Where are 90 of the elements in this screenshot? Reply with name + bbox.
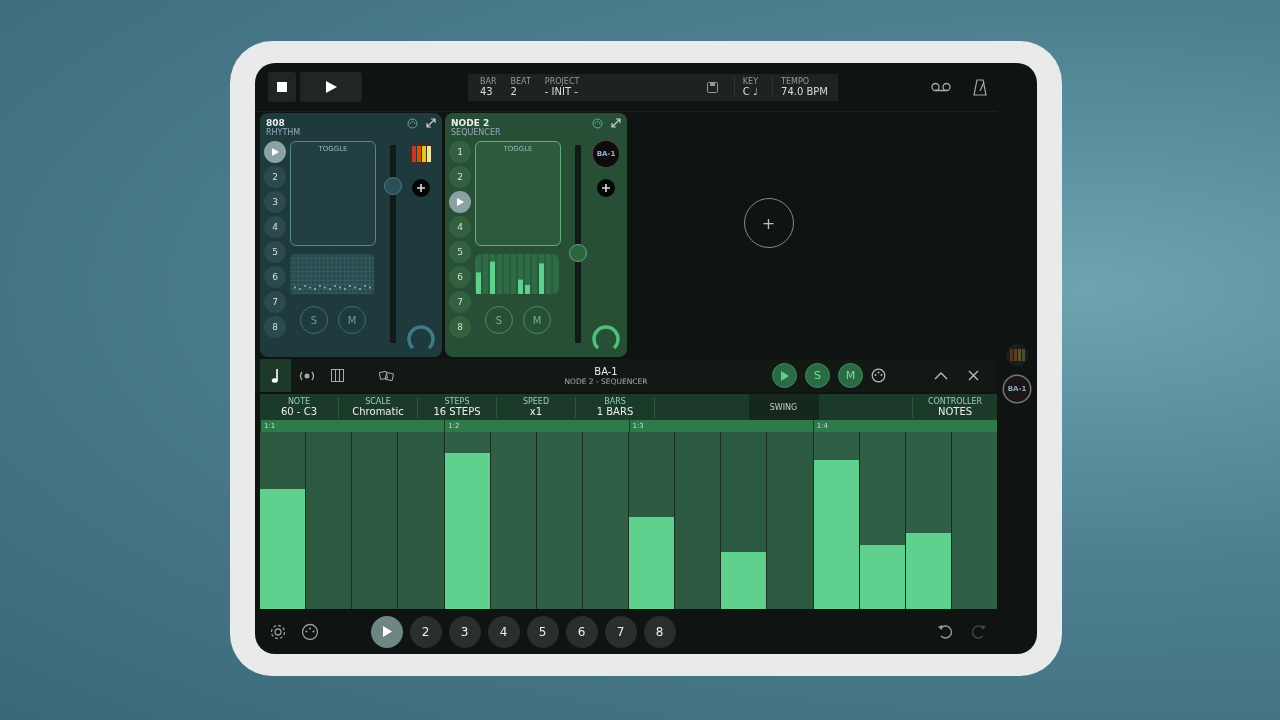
play-button[interactable]	[772, 363, 797, 388]
drum-machine-thumbnail[interactable]	[408, 141, 434, 167]
pattern-pad[interactable]: 6	[264, 266, 286, 288]
expand-icon[interactable]	[426, 118, 436, 128]
pattern-pad[interactable]	[264, 141, 286, 163]
play-icon	[381, 626, 392, 637]
field-value: 43	[480, 86, 493, 97]
pattern-pad[interactable]: 4	[264, 216, 286, 238]
step-velocity-bar[interactable]	[260, 488, 306, 609]
field-label: BAR	[480, 77, 497, 86]
field-value: 2	[510, 86, 517, 97]
undo-icon[interactable]	[937, 622, 955, 641]
parameter-control[interactable]: SPEED x1	[497, 396, 576, 418]
step-column[interactable]	[859, 432, 905, 609]
field-value: 74.0 BPM	[781, 86, 828, 97]
pattern-pad[interactable]: 2	[264, 166, 286, 188]
scene-button[interactable]: 4	[487, 615, 520, 648]
pattern-pad[interactable]: 3	[264, 191, 286, 213]
parameter-control[interactable]: STEPS 16 STEPS	[418, 396, 497, 418]
broadcast-icon	[297, 369, 316, 382]
step-column[interactable]	[260, 432, 306, 609]
pattern-pad[interactable]: 5	[449, 241, 471, 263]
step-velocity-bar[interactable]	[859, 545, 905, 609]
scene-button[interactable]: 5	[526, 615, 559, 648]
play-icon	[780, 370, 789, 381]
midi-icon[interactable]	[301, 622, 319, 641]
play-icon	[456, 198, 464, 206]
pattern-pad[interactable]	[449, 191, 471, 213]
pattern-pad[interactable]: 8	[449, 316, 471, 338]
midi-icon[interactable]	[871, 368, 886, 383]
chevron-up-icon[interactable]	[934, 371, 948, 380]
mute-button[interactable]: M	[838, 363, 863, 388]
pattern-pad[interactable]: 8	[264, 316, 286, 338]
pattern-pad[interactable]: 5	[264, 241, 286, 263]
controller-selector[interactable]: CONTROLLER NOTES	[912, 396, 997, 418]
step-velocity-bar[interactable]	[813, 460, 859, 609]
settings-icon[interactable]	[269, 622, 287, 641]
field-label: KEY	[742, 77, 759, 86]
scene-button[interactable]: 3	[448, 615, 481, 648]
scene-button[interactable]: 8	[643, 615, 676, 648]
node-type: RHYTHM	[266, 128, 302, 137]
node-type: SEQUENCER	[451, 128, 502, 137]
step-column[interactable]	[905, 432, 951, 609]
field-label: BEAT	[510, 77, 531, 86]
pattern-pad[interactable]: 2	[449, 166, 471, 188]
slider-thumb[interactable]	[384, 177, 402, 196]
step-column[interactable]	[721, 432, 767, 609]
pattern-pad[interactable]: 4	[449, 216, 471, 238]
scene-button[interactable]	[370, 615, 403, 648]
field-label: TEMPO	[781, 77, 809, 86]
parameter-control[interactable]: NOTE 60 - C3	[260, 396, 339, 418]
slider-thumb[interactable]	[569, 244, 587, 262]
solo-button[interactable]: S	[805, 363, 830, 388]
scene-button[interactable]: 7	[604, 615, 637, 648]
editor-title: BA-1	[594, 365, 618, 377]
step-velocity-bar[interactable]	[721, 552, 767, 609]
play-icon	[271, 148, 279, 156]
step-velocity-bar[interactable]	[629, 516, 675, 609]
parameter-control[interactable]: BARS 1 BARS	[576, 396, 655, 418]
add-icon[interactable]	[597, 179, 615, 197]
pattern-pad[interactable]: 7	[449, 291, 471, 313]
step-column[interactable]	[629, 432, 675, 609]
play-icon	[324, 80, 338, 94]
voicemail-icon[interactable]	[931, 82, 951, 92]
piano-keys-icon	[331, 369, 344, 382]
metronome-icon[interactable]	[973, 78, 987, 96]
scene-button[interactable]: 6	[565, 615, 598, 648]
stop-button[interactable]	[268, 72, 296, 102]
node-name: NODE 2	[451, 118, 491, 128]
scene-button[interactable]: 2	[409, 615, 442, 648]
note-tab[interactable]	[260, 359, 291, 392]
pattern-pad[interactable]: 7	[264, 291, 286, 313]
save-icon[interactable]	[706, 81, 718, 93]
close-icon[interactable]	[968, 370, 979, 381]
swing-button[interactable]: SWING	[748, 394, 819, 420]
field-value: C ♩	[742, 86, 758, 97]
step-column[interactable]	[813, 432, 859, 609]
drum-machine-thumbnail[interactable]	[1006, 343, 1028, 366]
music-note-icon	[270, 367, 281, 384]
node-name: 808	[266, 118, 286, 128]
add-icon[interactable]	[412, 179, 430, 197]
field-label: PROJECT	[544, 77, 580, 86]
dice-icon	[379, 369, 394, 382]
expand-icon[interactable]	[611, 118, 621, 128]
play-button[interactable]	[300, 72, 362, 102]
field-value: - INIT -	[544, 86, 578, 97]
pattern-pad[interactable]: 1	[449, 141, 471, 163]
parameter-control[interactable]: SCALE Chromatic	[339, 396, 418, 418]
pattern-pad[interactable]: 6	[449, 266, 471, 288]
step-velocity-bar[interactable]	[905, 532, 951, 609]
